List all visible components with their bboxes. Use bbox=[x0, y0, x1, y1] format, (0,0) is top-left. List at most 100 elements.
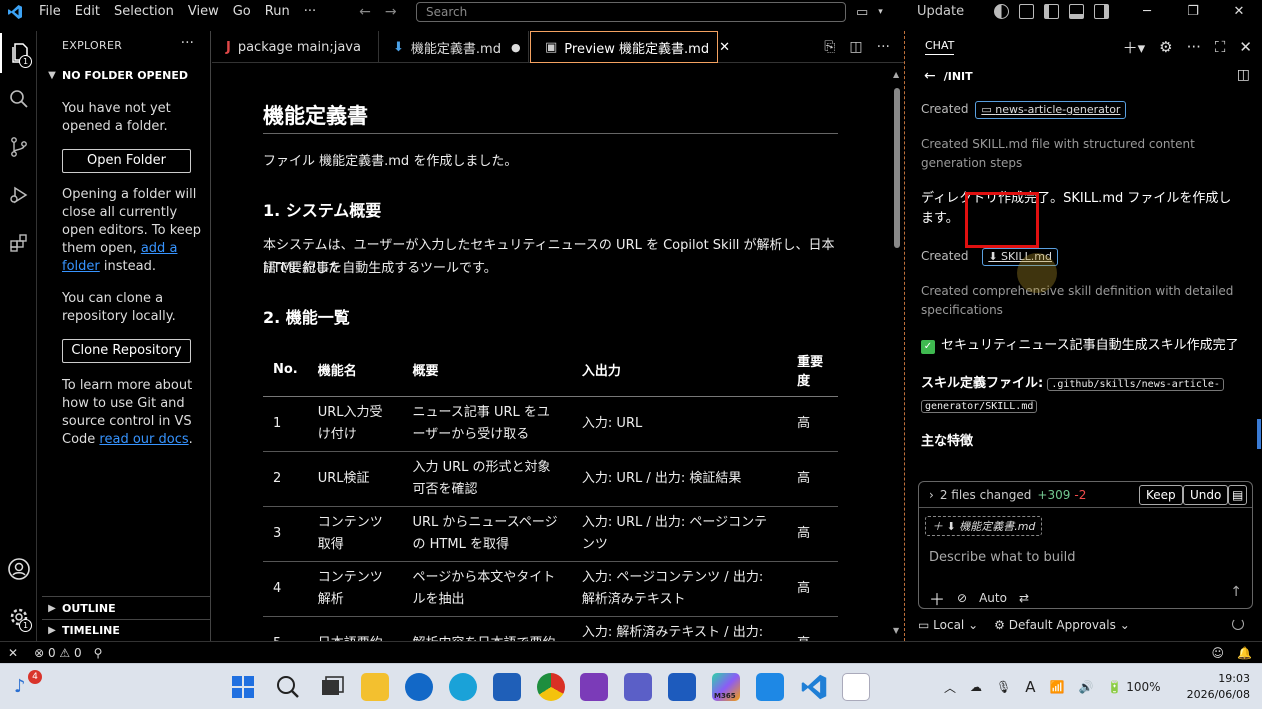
undo-button[interactable]: Undo bbox=[1183, 485, 1229, 505]
task-view-icon[interactable] bbox=[318, 673, 346, 701]
system-clock[interactable]: 19:03 2026/06/08 bbox=[1187, 671, 1250, 703]
no-folder-section-header[interactable]: ▼ NO FOLDER OPENED bbox=[42, 64, 211, 86]
start-windows-icon[interactable] bbox=[229, 673, 257, 701]
send-arrow-icon[interactable]: ↑ bbox=[1230, 584, 1242, 600]
taskbar-search-icon[interactable] bbox=[274, 673, 302, 701]
close-panel-icon[interactable]: ✕ bbox=[1239, 38, 1252, 56]
minimize-icon[interactable]: ─ bbox=[1124, 0, 1170, 24]
chevron-down-icon[interactable]: ▾ bbox=[878, 7, 883, 17]
settings-gear-icon[interactable]: 1 bbox=[0, 597, 37, 637]
onenote-icon[interactable] bbox=[580, 673, 608, 701]
scroll-down-icon[interactable]: ▼ bbox=[893, 626, 899, 635]
menu-file[interactable]: File bbox=[32, 0, 68, 24]
toggle-primary-sidebar-icon[interactable] bbox=[1044, 4, 1059, 19]
tab-markdown-file[interactable]: ⬇ 機能定義書.md ● bbox=[379, 31, 529, 63]
more-actions-icon[interactable]: ··· bbox=[877, 39, 890, 55]
volume-icon[interactable]: 🔊 bbox=[1078, 680, 1093, 694]
scroll-thumb[interactable] bbox=[894, 88, 900, 248]
store-icon[interactable] bbox=[493, 673, 521, 701]
toggle-panel-icon[interactable] bbox=[1069, 4, 1084, 19]
problems-indicator[interactable]: ⊗ 0 ⚠ 0 bbox=[34, 646, 82, 660]
chat-tab[interactable]: CHAT bbox=[925, 39, 955, 55]
edge-icon[interactable] bbox=[449, 673, 477, 701]
update-button[interactable]: Update bbox=[917, 0, 964, 24]
close-window-icon[interactable]: ✕ bbox=[1216, 0, 1262, 24]
toggle-sessions-icon[interactable]: ◫ bbox=[1237, 67, 1250, 83]
tools-icon[interactable]: ⊘ bbox=[957, 591, 967, 605]
microphone-icon[interactable]: 🎙 bbox=[996, 680, 1011, 694]
menu-run[interactable]: Run bbox=[258, 0, 297, 24]
restore-icon[interactable]: ❐ bbox=[1170, 0, 1216, 24]
snipping-tool-icon[interactable] bbox=[842, 673, 870, 701]
chrome-icon[interactable] bbox=[537, 673, 565, 701]
vscode-logo-icon[interactable] bbox=[0, 0, 30, 24]
add-context-icon[interactable]: ＋ bbox=[929, 586, 945, 610]
folder-link[interactable]: ▭ news-article-generator bbox=[975, 101, 1127, 119]
ime-icon[interactable]: A bbox=[1025, 678, 1035, 696]
keep-button[interactable]: Keep bbox=[1139, 485, 1183, 505]
open-folder-button[interactable]: Open Folder bbox=[62, 149, 191, 173]
extensions-icon[interactable] bbox=[0, 223, 37, 263]
account-icon[interactable] bbox=[0, 549, 37, 589]
unsaved-dot-icon[interactable]: ● bbox=[511, 41, 521, 54]
split-editor-icon[interactable]: ◫ bbox=[849, 39, 862, 55]
model-picker[interactable]: Auto bbox=[979, 591, 1007, 605]
chat-toggle-icon[interactable]: ▭ bbox=[856, 5, 868, 20]
word-icon[interactable] bbox=[668, 673, 696, 701]
outline-section-header[interactable]: ▶ OUTLINE bbox=[42, 597, 211, 619]
read-docs-link[interactable]: read our docs bbox=[99, 432, 188, 447]
no-folder-message: You have not yet opened a folder. bbox=[62, 101, 171, 134]
editor-scrollbar[interactable]: ▲ ▼ bbox=[893, 70, 900, 635]
attached-file-chip[interactable]: ＋ ⬇ 機能定義書.md bbox=[925, 516, 1043, 536]
show-hidden-icons-icon[interactable]: ︿ bbox=[944, 679, 956, 696]
notifications-bell-icon[interactable]: 🔔 bbox=[1237, 646, 1252, 660]
media-player-icon[interactable] bbox=[756, 673, 784, 701]
customize-layout-icon[interactable] bbox=[1019, 4, 1034, 19]
chat-settings-gear-icon[interactable]: ⚙ bbox=[1159, 38, 1172, 56]
menu-more[interactable]: ··· bbox=[297, 0, 323, 24]
tab-preview-markdown[interactable]: ▣ Preview 機能定義書.md ✕ bbox=[530, 31, 730, 63]
menu-view[interactable]: View bbox=[181, 0, 226, 24]
more-actions-icon[interactable]: ··· bbox=[1187, 38, 1201, 56]
ports-icon[interactable]: ⚲ bbox=[94, 646, 103, 660]
more-actions-icon[interactable]: ··· bbox=[181, 35, 194, 51]
explorer-icon[interactable]: 1 bbox=[0, 33, 37, 73]
scroll-up-icon[interactable]: ▲ bbox=[893, 70, 899, 79]
new-chat-icon[interactable]: ＋▾ bbox=[1123, 37, 1146, 58]
wifi-icon[interactable]: 📶 bbox=[1050, 680, 1065, 694]
maximize-icon[interactable]: ⛶ bbox=[1215, 38, 1226, 56]
theme-toggle-icon[interactable] bbox=[994, 4, 1009, 19]
teams-icon[interactable] bbox=[624, 673, 652, 701]
copilot-icon[interactable]: ☺ bbox=[1211, 646, 1224, 660]
timeline-section-header[interactable]: ▶ TIMELINE bbox=[42, 619, 211, 641]
approvals-dropdown[interactable]: ⚙ Default Approvals ⌄ bbox=[994, 618, 1130, 632]
cloud-off-icon[interactable]: ☁ bbox=[970, 680, 982, 694]
clone-repository-button[interactable]: Clone Repository bbox=[62, 339, 191, 363]
source-control-icon[interactable] bbox=[0, 127, 37, 167]
cursor-highlight bbox=[1017, 253, 1057, 293]
menu-go[interactable]: Go bbox=[226, 0, 258, 24]
files-changed-row[interactable]: › 2 files changed +309 -2 Keep Undo ▤ bbox=[919, 482, 1252, 508]
chat-prompt-input[interactable]: Describe what to build bbox=[929, 550, 1076, 565]
forward-arrow-icon[interactable]: → bbox=[385, 4, 397, 20]
battery-icon[interactable]: 🔋 100% bbox=[1107, 680, 1160, 694]
search-icon[interactable] bbox=[0, 79, 37, 119]
back-arrow-icon[interactable]: ← bbox=[924, 68, 936, 84]
command-search-input[interactable]: Search bbox=[416, 2, 846, 22]
menu-selection[interactable]: Selection bbox=[107, 0, 181, 24]
remote-icon[interactable]: ✕ bbox=[8, 646, 18, 660]
vscode-taskbar-icon[interactable] bbox=[800, 673, 828, 701]
back-arrow-icon[interactable]: ← bbox=[359, 4, 371, 20]
review-changes-icon[interactable]: ▤ bbox=[1228, 485, 1248, 505]
close-tab-icon[interactable]: ✕ bbox=[719, 40, 730, 55]
file-explorer-icon[interactable] bbox=[361, 673, 389, 701]
open-source-icon[interactable]: ⎘ bbox=[824, 39, 835, 55]
menu-edit[interactable]: Edit bbox=[68, 0, 107, 24]
outlook-icon[interactable] bbox=[405, 673, 433, 701]
run-debug-icon[interactable] bbox=[0, 175, 37, 215]
configure-icon[interactable]: ⇄ bbox=[1019, 591, 1029, 605]
tab-java-file[interactable]: J package main;java bbox=[212, 31, 379, 63]
chat-scroll-thumb[interactable] bbox=[1257, 419, 1261, 449]
location-dropdown[interactable]: ▭ Local ⌄ bbox=[918, 618, 978, 632]
toggle-secondary-sidebar-icon[interactable] bbox=[1094, 4, 1109, 19]
